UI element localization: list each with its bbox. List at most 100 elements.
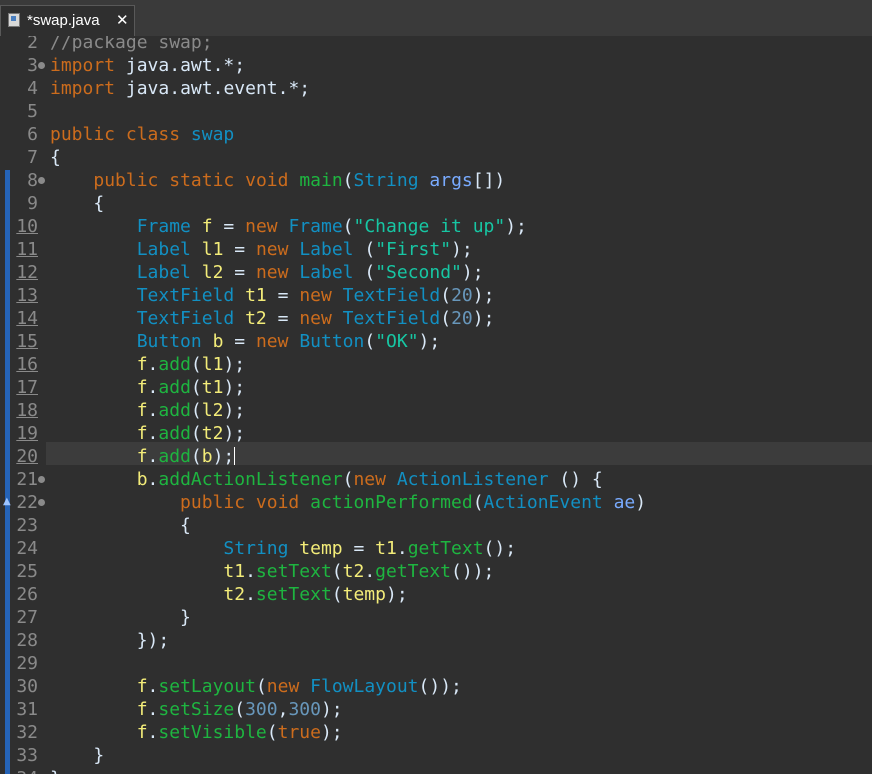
code-text[interactable]: } <box>50 767 61 774</box>
code-text[interactable]: t2.setText(temp); <box>50 583 407 606</box>
code-line[interactable]: 29 <box>0 652 872 675</box>
code-text[interactable]: TextField t2 = new TextField(20); <box>50 307 495 330</box>
line-number: 20 <box>16 446 38 467</box>
code-line[interactable]: 31 f.setSize(300,300); <box>0 698 872 721</box>
text-caret <box>234 447 236 465</box>
code-line[interactable]: 16 f.add(l1); <box>0 353 872 376</box>
code-text[interactable]: import java.awt.event.*; <box>50 77 310 100</box>
line-number: 29 <box>16 653 38 674</box>
java-file-icon <box>8 13 20 27</box>
line-number: 16 <box>16 354 38 375</box>
code-text[interactable]: } <box>50 744 104 767</box>
code-line[interactable]: 25 t1.setText(t2.getText()); <box>0 560 872 583</box>
code-text[interactable]: }); <box>50 629 170 652</box>
code-line[interactable]: 6 public class swap <box>0 123 872 146</box>
code-text[interactable]: public static void main(String args[]) <box>50 169 505 192</box>
code-line[interactable]: 12 Label l2 = new Label ("Second"); <box>0 261 872 284</box>
override-marker-icon: ▲ <box>3 496 11 507</box>
line-number: 5 <box>27 101 38 122</box>
line-number: 22 <box>16 492 38 513</box>
line-number: 10 <box>16 216 38 237</box>
code-line[interactable]: 8 public static void main(String args[]) <box>0 169 872 192</box>
fold-collapse-icon[interactable] <box>38 476 45 483</box>
code-line[interactable]: 11 Label l1 = new Label ("First"); <box>0 238 872 261</box>
line-number: 30 <box>16 676 38 697</box>
code-line[interactable]: 20 f.add(b); <box>0 445 872 468</box>
code-line[interactable]: 9 { <box>0 192 872 215</box>
code-text[interactable]: f.setLayout(new FlowLayout()); <box>50 675 462 698</box>
line-number: 23 <box>16 515 38 536</box>
line-number: 3 <box>27 55 38 76</box>
line-number: 14 <box>16 308 38 329</box>
code-line[interactable]: 32 f.setVisible(true); <box>0 721 872 744</box>
line-number: 7 <box>27 147 38 168</box>
code-line[interactable]: 18 f.add(l2); <box>0 399 872 422</box>
code-line[interactable]: 2 //package swap; <box>0 36 872 54</box>
code-line[interactable]: 19 f.add(t2); <box>0 422 872 445</box>
code-line[interactable]: 4 import java.awt.event.*; <box>0 77 872 100</box>
tab-bar: *swap.java ✕ <box>0 0 872 36</box>
code-text[interactable]: f.add(t1); <box>50 376 245 399</box>
line-number: 26 <box>16 584 38 605</box>
code-line[interactable]: 23 { <box>0 514 872 537</box>
fold-collapse-icon[interactable] <box>38 499 45 506</box>
editor-window: *swap.java ✕ 2 //package swap; 3 import jav… <box>0 0 872 774</box>
close-icon[interactable]: ✕ <box>116 11 129 29</box>
code-text[interactable]: Label l1 = new Label ("First"); <box>50 238 473 261</box>
code-line[interactable]: 34} <box>0 767 872 774</box>
line-number: 9 <box>27 193 38 214</box>
code-text[interactable]: { <box>50 192 104 215</box>
code-text[interactable]: { <box>50 146 61 169</box>
code-text[interactable]: Frame f = new Frame("Change it up"); <box>50 215 527 238</box>
line-number: 18 <box>16 400 38 421</box>
line-number: 4 <box>27 78 38 99</box>
code-text[interactable]: { <box>50 514 191 537</box>
code-line[interactable]: 22 ▲ public void actionPerformed(ActionEv… <box>0 491 872 514</box>
code-text[interactable]: //package swap; <box>50 36 213 54</box>
tab-swap-java[interactable]: *swap.java ✕ <box>0 5 135 36</box>
code-text[interactable]: f.setVisible(true); <box>50 721 343 744</box>
fold-collapse-icon[interactable] <box>38 62 45 69</box>
code-text[interactable]: f.setSize(300,300); <box>50 698 343 721</box>
code-line[interactable]: 14 TextField t2 = new TextField(20); <box>0 307 872 330</box>
code-line[interactable]: 10 Frame f = new Frame("Change it up"); <box>0 215 872 238</box>
code-text[interactable]: TextField t1 = new TextField(20); <box>50 284 495 307</box>
code-line[interactable]: 28 }); <box>0 629 872 652</box>
code-line[interactable]: 13 TextField t1 = new TextField(20); <box>0 284 872 307</box>
line-number: 32 <box>16 722 38 743</box>
code-text[interactable]: import java.awt.*; <box>50 54 245 77</box>
code-line[interactable]: 33 } <box>0 744 872 767</box>
code-text[interactable]: f.add(l2); <box>50 399 245 422</box>
code-text[interactable]: f.add(l1); <box>50 353 245 376</box>
code-text[interactable]: Label l2 = new Label ("Second"); <box>50 261 484 284</box>
code-area[interactable]: 2 //package swap; 3 import java.awt.*; 4 impo… <box>0 36 872 774</box>
code-editor[interactable]: 2 //package swap; 3 import java.awt.*; 4 impo… <box>0 36 872 774</box>
line-number: 15 <box>16 331 38 352</box>
line-number: 12 <box>16 262 38 283</box>
code-line[interactable]: 5 <box>0 100 872 123</box>
code-line[interactable]: 7{ <box>0 146 872 169</box>
line-number: 2 <box>27 36 38 53</box>
code-text[interactable]: String temp = t1.getText(); <box>50 537 516 560</box>
line-number: 24 <box>16 538 38 559</box>
fold-collapse-icon[interactable] <box>38 177 45 184</box>
code-text[interactable]: } <box>50 606 191 629</box>
code-text[interactable]: public class swap <box>50 123 234 146</box>
line-number: 11 <box>16 239 38 260</box>
code-text[interactable]: f.add(b); <box>50 445 236 468</box>
code-line[interactable]: 21 b.addActionListener(new ActionListene… <box>0 468 872 491</box>
code-line[interactable]: 24 String temp = t1.getText(); <box>0 537 872 560</box>
code-text[interactable]: b.addActionListener(new ActionListener (… <box>50 468 603 491</box>
code-text[interactable]: Button b = new Button("OK"); <box>50 330 441 353</box>
code-line[interactable]: 30 f.setLayout(new FlowLayout()); <box>0 675 872 698</box>
code-line[interactable]: 3 import java.awt.*; <box>0 54 872 77</box>
code-text[interactable]: f.add(t2); <box>50 422 245 445</box>
code-text[interactable]: public void actionPerformed(ActionEvent … <box>50 491 646 514</box>
code-text[interactable]: t1.setText(t2.getText()); <box>50 560 494 583</box>
code-line[interactable]: 26 t2.setText(temp); <box>0 583 872 606</box>
line-number: 21 <box>16 469 38 490</box>
tab-title: *swap.java <box>27 12 100 29</box>
code-line[interactable]: 27 } <box>0 606 872 629</box>
code-line[interactable]: 17 f.add(t1); <box>0 376 872 399</box>
code-line[interactable]: 15 Button b = new Button("OK"); <box>0 330 872 353</box>
